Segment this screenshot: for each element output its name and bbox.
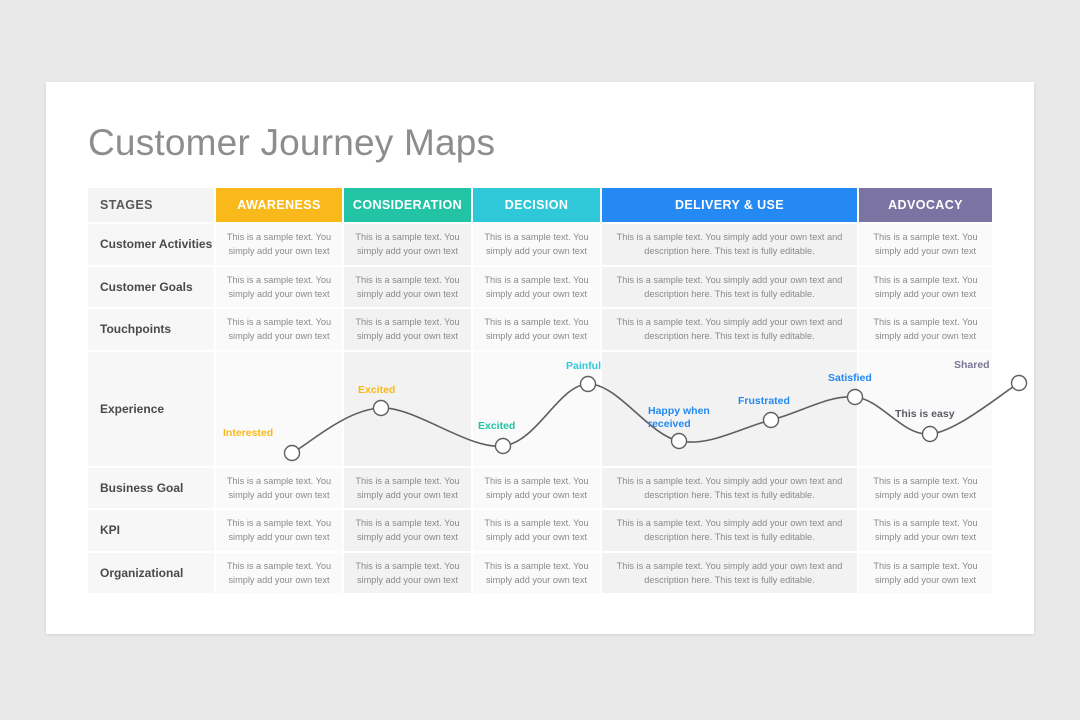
cell-touchpoints-awareness[interactable]: This is a sample text. You simply add yo… <box>216 307 344 350</box>
cell-customer-activities-decision[interactable]: This is a sample text. You simply add yo… <box>473 222 602 265</box>
journey-table: STAGES AWARENESS CONSIDERATION DECISION … <box>88 188 992 593</box>
cell-organizational-awareness[interactable]: This is a sample text. You simply add yo… <box>216 550 344 593</box>
cell-business-goal-delivery-use[interactable]: This is a sample text. You simply add yo… <box>602 465 859 508</box>
table-row: Business Goal This is a sample text. You… <box>88 465 992 508</box>
slide-card: Customer Journey Maps STAGES AWARENESS C… <box>46 82 1034 634</box>
cell-touchpoints-delivery-use[interactable]: This is a sample text. You simply add yo… <box>602 307 859 350</box>
cell-customer-goals-awareness[interactable]: This is a sample text. You simply add yo… <box>216 264 344 307</box>
cell-touchpoints-advocacy[interactable]: This is a sample text. You simply add yo… <box>859 307 992 350</box>
table-row: KPI This is a sample text. You simply ad… <box>88 508 992 551</box>
row-label-experience: Experience <box>88 349 216 466</box>
cell-kpi-awareness[interactable]: This is a sample text. You simply add yo… <box>216 508 344 551</box>
cell-business-goal-awareness[interactable]: This is a sample text. You simply add yo… <box>216 465 344 508</box>
table-row: Customer Goals This is a sample text. Yo… <box>88 264 992 307</box>
row-label-business-goal: Business Goal <box>88 465 216 508</box>
cell-organizational-delivery-use[interactable]: This is a sample text. You simply add yo… <box>602 550 859 593</box>
stage-header-advocacy[interactable]: ADVOCACY <box>859 188 992 222</box>
cell-organizational-advocacy[interactable]: This is a sample text. You simply add yo… <box>859 550 992 593</box>
experience-cell-consideration <box>344 349 473 466</box>
row-label-customer-goals: Customer Goals <box>88 264 216 307</box>
cell-kpi-delivery-use[interactable]: This is a sample text. You simply add yo… <box>602 508 859 551</box>
cell-kpi-advocacy[interactable]: This is a sample text. You simply add yo… <box>859 508 992 551</box>
cell-customer-activities-consideration[interactable]: This is a sample text. You simply add yo… <box>344 222 473 265</box>
table-header-row: STAGES AWARENESS CONSIDERATION DECISION … <box>88 188 992 222</box>
row-label-customer-activities: Customer Activities <box>88 222 216 265</box>
stage-header-awareness[interactable]: AWARENESS <box>216 188 344 222</box>
cell-business-goal-decision[interactable]: This is a sample text. You simply add yo… <box>473 465 602 508</box>
cell-touchpoints-decision[interactable]: This is a sample text. You simply add yo… <box>473 307 602 350</box>
row-label-touchpoints: Touchpoints <box>88 307 216 350</box>
cell-customer-activities-advocacy[interactable]: This is a sample text. You simply add yo… <box>859 222 992 265</box>
page-title: Customer Journey Maps <box>88 122 496 163</box>
cell-customer-goals-advocacy[interactable]: This is a sample text. You simply add yo… <box>859 264 992 307</box>
cell-kpi-decision[interactable]: This is a sample text. You simply add yo… <box>473 508 602 551</box>
experience-cell-awareness <box>216 349 344 466</box>
table-row: Organizational This is a sample text. Yo… <box>88 550 992 593</box>
header-stages: STAGES <box>88 188 216 222</box>
cell-kpi-consideration[interactable]: This is a sample text. You simply add yo… <box>344 508 473 551</box>
cell-customer-activities-delivery-use[interactable]: This is a sample text. You simply add yo… <box>602 222 859 265</box>
row-label-organizational: Organizational <box>88 550 216 593</box>
table-row: Touchpoints This is a sample text. You s… <box>88 307 992 350</box>
cell-organizational-decision[interactable]: This is a sample text. You simply add yo… <box>473 550 602 593</box>
cell-business-goal-advocacy[interactable]: This is a sample text. You simply add yo… <box>859 465 992 508</box>
cell-customer-goals-delivery-use[interactable]: This is a sample text. You simply add yo… <box>602 264 859 307</box>
experience-cell-delivery-use <box>602 349 859 466</box>
experience-node[interactable] <box>1010 374 1028 392</box>
cell-touchpoints-consideration[interactable]: This is a sample text. You simply add yo… <box>344 307 473 350</box>
cell-customer-goals-consideration[interactable]: This is a sample text. You simply add yo… <box>344 264 473 307</box>
stage-header-decision[interactable]: DECISION <box>473 188 602 222</box>
cell-business-goal-consideration[interactable]: This is a sample text. You simply add yo… <box>344 465 473 508</box>
table-row-experience: Experience <box>88 349 992 466</box>
experience-cell-advocacy <box>859 349 992 466</box>
cell-customer-goals-decision[interactable]: This is a sample text. You simply add yo… <box>473 264 602 307</box>
stage-header-delivery-use[interactable]: DELIVERY & USE <box>602 188 859 222</box>
experience-cell-decision <box>473 349 602 466</box>
row-label-kpi: KPI <box>88 508 216 551</box>
table-row: Customer Activities This is a sample tex… <box>88 222 992 265</box>
stage-header-consideration[interactable]: CONSIDERATION <box>344 188 473 222</box>
cell-organizational-consideration[interactable]: This is a sample text. You simply add yo… <box>344 550 473 593</box>
cell-customer-activities-awareness[interactable]: This is a sample text. You simply add yo… <box>216 222 344 265</box>
